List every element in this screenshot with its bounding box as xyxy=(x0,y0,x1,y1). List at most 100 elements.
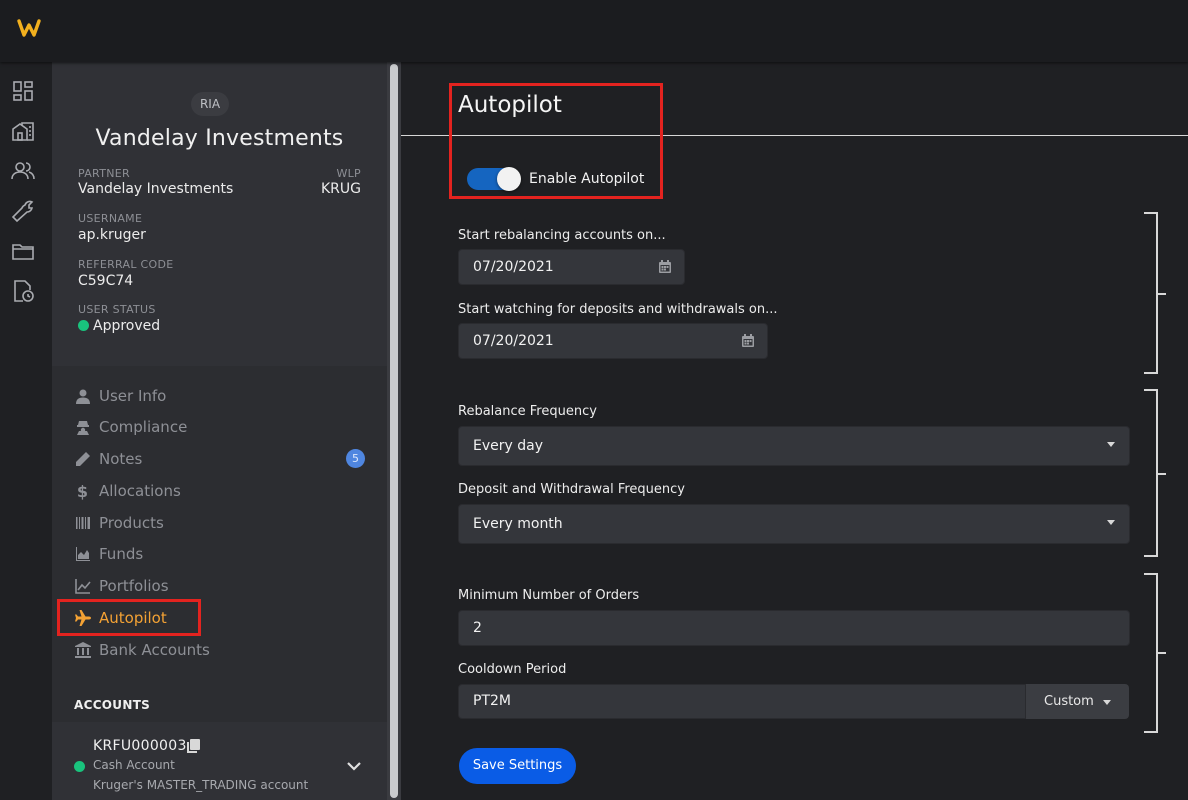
user-icon xyxy=(74,388,91,405)
partner-label: PARTNER xyxy=(78,167,130,180)
sidebar-item-label: Notes xyxy=(99,450,143,468)
deposit-frequency-label: Deposit and Withdrawal Frequency xyxy=(458,482,685,497)
dropdown-caret-icon xyxy=(1103,700,1111,705)
copy-icon[interactable] xyxy=(187,739,200,753)
role-badge: RIA xyxy=(191,92,229,116)
sidebar-item-label: User Info xyxy=(99,387,167,405)
sidebar-item-label: Bank Accounts xyxy=(99,641,210,659)
deposit-frequency-value: Every month xyxy=(473,516,563,532)
username-value: ap.kruger xyxy=(78,227,146,243)
referral-code-label: REFERRAL CODE xyxy=(78,258,174,271)
sidebar-scrollbar[interactable] xyxy=(387,62,401,800)
status-dot-icon xyxy=(78,320,89,331)
bracket-tick xyxy=(1158,652,1166,654)
calendar-icon[interactable] xyxy=(658,260,672,274)
dropdown-caret-icon xyxy=(1107,442,1115,447)
user-status-label: USER STATUS xyxy=(78,303,156,316)
sidebar-item-label: Compliance xyxy=(99,418,188,436)
sidebar-item-user-info[interactable]: User Info xyxy=(74,384,374,408)
plane-icon xyxy=(74,610,91,627)
sidebar-item-products[interactable]: Products xyxy=(74,511,374,535)
account-status-dot-icon xyxy=(74,761,85,772)
sidebar: RIA Vandelay Investments PARTNER Vandela… xyxy=(52,62,387,800)
start-rebalancing-date-input[interactable]: 07/20/2021 xyxy=(458,249,685,285)
save-settings-button[interactable]: Save Settings xyxy=(459,748,576,784)
group-bracket-orders xyxy=(1144,573,1158,733)
title-divider xyxy=(401,135,1188,136)
barcode-icon xyxy=(74,515,91,532)
wrench-icon[interactable] xyxy=(11,199,35,223)
rebalance-frequency-value: Every day xyxy=(473,438,543,454)
sidebar-item-label: Allocations xyxy=(99,482,181,500)
bracket-tick xyxy=(1158,473,1166,475)
group-bracket-frequency xyxy=(1144,389,1158,557)
sidebar-item-bank-accounts[interactable]: Bank Accounts xyxy=(74,638,374,662)
cooldown-period-value: PT2M xyxy=(473,693,511,709)
cooldown-period-label: Cooldown Period xyxy=(458,662,567,677)
chevron-down-icon[interactable] xyxy=(346,758,362,774)
dashboard-icon[interactable] xyxy=(11,79,35,103)
min-orders-label: Minimum Number of Orders xyxy=(458,588,640,603)
start-watching-label: Start watching for deposits and withdraw… xyxy=(458,302,778,317)
sidebar-item-portfolios[interactable]: Portfolios xyxy=(74,574,374,598)
users-icon[interactable] xyxy=(11,159,35,183)
scrollbar-thumb[interactable] xyxy=(390,64,398,798)
notes-count-badge: 5 xyxy=(346,449,365,468)
calendar-icon[interactable] xyxy=(741,334,755,348)
account-description: Kruger's MASTER_TRADING account xyxy=(93,778,309,792)
document-clock-icon[interactable] xyxy=(11,279,35,303)
wlp-label: WLP xyxy=(336,167,361,180)
logo-icon[interactable] xyxy=(17,17,41,39)
min-orders-value: 2 xyxy=(473,620,482,636)
page-title: Autopilot xyxy=(458,92,562,118)
rebalance-frequency-label: Rebalance Frequency xyxy=(458,404,597,419)
sidebar-item-notes[interactable]: Notes 5 xyxy=(74,447,374,471)
profile-card: RIA Vandelay Investments PARTNER Vandela… xyxy=(52,62,387,366)
referral-code-value: C59C74 xyxy=(78,273,134,289)
dollar-icon: $ xyxy=(76,481,89,501)
folder-icon[interactable] xyxy=(11,239,35,263)
deposit-frequency-select[interactable]: Every month xyxy=(458,504,1130,544)
start-watching-date-value: 07/20/2021 xyxy=(473,333,554,349)
icon-rail xyxy=(0,62,52,800)
user-status-text: Approved xyxy=(93,318,161,334)
buildings-icon[interactable] xyxy=(11,119,35,143)
group-bracket-dates xyxy=(1144,212,1158,374)
sidebar-item-label: Autopilot xyxy=(99,609,167,627)
sidebar-item-label: Portfolios xyxy=(99,577,169,595)
cooldown-period-input[interactable]: PT2M xyxy=(458,684,1026,719)
enable-autopilot-label: Enable Autopilot xyxy=(529,171,645,187)
top-bar xyxy=(0,0,1188,62)
cooldown-unit-label: Custom xyxy=(1044,694,1094,709)
main-content: Autopilot Enable Autopilot Start rebalan… xyxy=(401,62,1188,800)
toggle-knob xyxy=(497,167,521,191)
cooldown-unit-dropdown[interactable]: Custom xyxy=(1026,684,1129,719)
rebalance-frequency-select[interactable]: Every day xyxy=(458,426,1130,466)
account-id: KRFU000003 xyxy=(93,738,187,754)
enable-autopilot-toggle[interactable] xyxy=(467,167,521,191)
sidebar-item-label: Products xyxy=(99,514,164,532)
wlp-value: KRUG xyxy=(320,181,361,197)
bank-icon xyxy=(74,642,91,659)
organization-name: Vandelay Investments xyxy=(95,126,344,151)
sidebar-item-compliance[interactable]: Compliance xyxy=(74,415,374,439)
account-list-item[interactable]: KRFU000003 Cash Account Kruger's MASTER_… xyxy=(52,722,387,800)
dropdown-caret-icon xyxy=(1107,520,1115,525)
sidebar-item-funds[interactable]: Funds xyxy=(74,542,374,566)
start-watching-date-input[interactable]: 07/20/2021 xyxy=(458,323,768,359)
line-chart-icon xyxy=(74,578,91,595)
area-chart-icon xyxy=(74,546,91,563)
compliance-icon xyxy=(74,419,91,436)
pencil-icon xyxy=(74,451,91,468)
start-rebalancing-label: Start rebalancing accounts on... xyxy=(458,228,666,243)
username-label: USERNAME xyxy=(78,212,143,225)
account-type: Cash Account xyxy=(93,758,175,772)
user-status-value: Approved xyxy=(78,318,160,334)
min-orders-input[interactable]: 2 xyxy=(458,610,1130,646)
sidebar-item-autopilot[interactable]: Autopilot xyxy=(74,606,374,630)
start-rebalancing-date-value: 07/20/2021 xyxy=(473,259,554,275)
partner-value: Vandelay Investments xyxy=(78,181,234,197)
sidebar-item-label: Funds xyxy=(99,545,144,563)
sidebar-item-allocations[interactable]: $ Allocations xyxy=(74,479,374,503)
bracket-tick xyxy=(1158,293,1166,295)
